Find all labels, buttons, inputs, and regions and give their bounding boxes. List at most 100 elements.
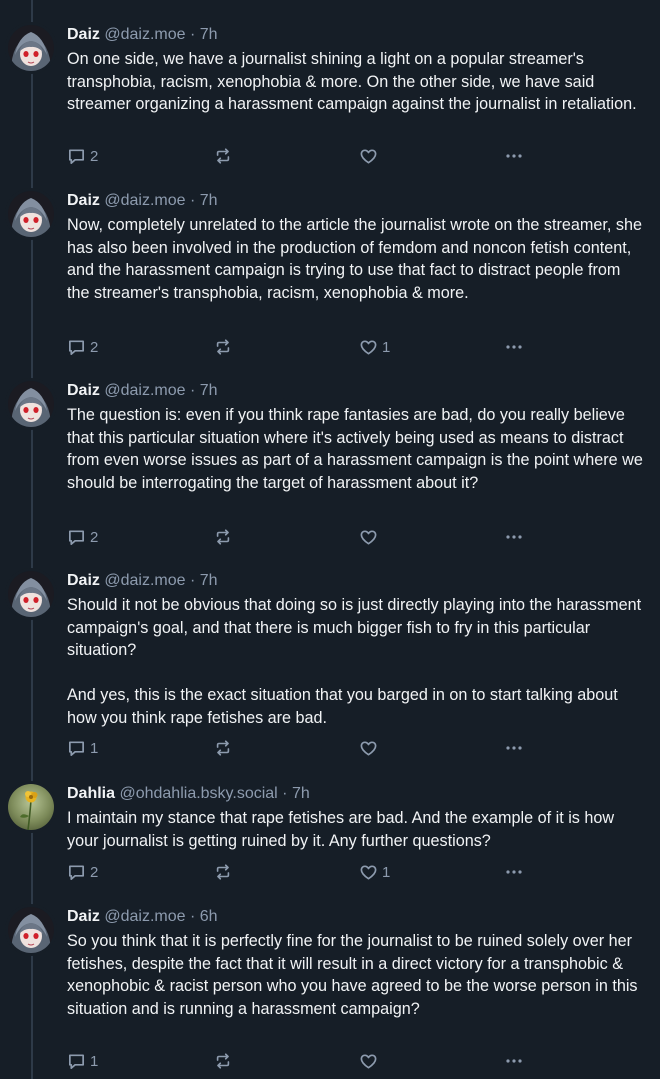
separator-dot: · [189, 908, 196, 925]
heart-icon [359, 739, 378, 758]
post-header: Daiz @daiz.moe · 6h [67, 906, 218, 928]
like-button[interactable]: 1 [359, 336, 390, 358]
post-text: So you think that it is perfectly fine f… [67, 932, 643, 1018]
more-options-button[interactable] [504, 1050, 524, 1072]
reply-count: 1 [90, 739, 99, 757]
repost-button[interactable] [214, 737, 236, 759]
post-header: Daiz @daiz.moe · 7h [67, 190, 218, 212]
avatar[interactable] [8, 25, 54, 71]
like-button[interactable] [359, 737, 382, 759]
post-text: Now, completely unrelated to the article… [67, 216, 647, 302]
heart-icon [359, 1052, 378, 1071]
author-handle[interactable]: @daiz.moe [104, 192, 185, 209]
repost-icon [214, 739, 232, 757]
separator-dot: · [189, 26, 196, 43]
timestamp[interactable]: 6h [200, 908, 218, 925]
timestamp[interactable]: 7h [292, 785, 310, 802]
post-text: I maintain my stance that rape fetishes … [67, 809, 619, 850]
reply-count: 1 [90, 1052, 99, 1070]
separator-dot: · [189, 572, 196, 589]
repost-icon [214, 863, 232, 881]
more-dots-icon [504, 527, 524, 547]
post-actions: 1 [67, 1050, 537, 1072]
author-name[interactable]: Daiz [67, 192, 100, 209]
more-dots-icon [504, 337, 524, 357]
author-handle[interactable]: @daiz.moe [104, 26, 185, 43]
reply-icon [67, 528, 86, 547]
separator-dot: · [189, 192, 196, 209]
post-header: Daiz @daiz.moe · 7h [67, 24, 218, 46]
post-actions: 1 [67, 737, 537, 759]
reply-icon [67, 739, 86, 758]
repost-icon [214, 338, 232, 356]
author-handle[interactable]: @daiz.moe [104, 908, 185, 925]
heart-icon [359, 338, 378, 357]
post-text: Should it not be obvious that doing so i… [67, 596, 642, 727]
author-handle[interactable]: @daiz.moe [104, 572, 185, 589]
more-dots-icon [504, 862, 524, 882]
avatar[interactable] [8, 191, 54, 237]
avatar[interactable] [8, 907, 54, 953]
timestamp[interactable]: 7h [200, 572, 218, 589]
repost-button[interactable] [214, 526, 236, 548]
repost-button[interactable] [214, 1050, 236, 1072]
repost-icon [214, 1052, 232, 1070]
heart-icon [359, 528, 378, 547]
reply-button[interactable]: 2 [67, 526, 98, 548]
reply-button[interactable]: 2 [67, 336, 98, 358]
timestamp[interactable]: 7h [200, 26, 218, 43]
reply-button[interactable]: 2 [67, 145, 98, 167]
like-button[interactable] [359, 526, 382, 548]
post-header: Daiz @daiz.moe · 7h [67, 570, 218, 592]
more-options-button[interactable] [504, 526, 524, 548]
heart-icon [359, 147, 378, 166]
separator-dot: · [189, 382, 196, 399]
like-count: 1 [382, 338, 391, 356]
post-actions: 2 [67, 526, 537, 548]
repost-button[interactable] [214, 861, 236, 883]
repost-icon [214, 528, 232, 546]
reply-count: 2 [90, 863, 99, 881]
repost-button[interactable] [214, 145, 236, 167]
author-name[interactable]: Dahlia [67, 785, 115, 802]
author-handle[interactable]: @ohdahlia.bsky.social [119, 785, 277, 802]
avatar[interactable] [8, 381, 54, 427]
author-handle[interactable]: @daiz.moe [104, 382, 185, 399]
like-button[interactable] [359, 145, 382, 167]
author-name[interactable]: Daiz [67, 908, 100, 925]
author-name[interactable]: Daiz [67, 26, 100, 43]
post-text: On one side, we have a journalist shinin… [67, 50, 637, 113]
heart-icon [359, 863, 378, 882]
avatar[interactable] [8, 571, 54, 617]
repost-icon [214, 147, 232, 165]
post-text: The question is: even if you think rape … [67, 406, 648, 492]
reply-count: 2 [90, 338, 99, 356]
more-dots-icon [504, 1051, 524, 1071]
more-options-button[interactable] [504, 336, 524, 358]
author-name[interactable]: Daiz [67, 382, 100, 399]
reply-icon [67, 1052, 86, 1071]
author-name[interactable]: Daiz [67, 572, 100, 589]
more-options-button[interactable] [504, 737, 524, 759]
post-header: Daiz @daiz.moe · 7h [67, 380, 218, 402]
like-count: 1 [382, 863, 391, 881]
avatar[interactable] [8, 784, 54, 830]
like-button[interactable] [359, 1050, 382, 1072]
timestamp[interactable]: 7h [200, 192, 218, 209]
post-actions: 2 1 [67, 861, 537, 883]
reply-icon [67, 338, 86, 357]
separator-dot: · [282, 785, 288, 802]
more-dots-icon [504, 738, 524, 758]
more-options-button[interactable] [504, 861, 524, 883]
reply-button[interactable]: 1 [67, 1050, 98, 1072]
reply-button[interactable]: 2 [67, 861, 98, 883]
reply-count: 2 [90, 528, 99, 546]
reply-icon [67, 863, 86, 882]
post-actions: 2 [67, 145, 537, 167]
like-button[interactable]: 1 [359, 861, 390, 883]
more-options-button[interactable] [504, 145, 524, 167]
reply-count: 2 [90, 147, 99, 165]
reply-button[interactable]: 1 [67, 737, 98, 759]
timestamp[interactable]: 7h [200, 382, 218, 399]
repost-button[interactable] [214, 336, 236, 358]
